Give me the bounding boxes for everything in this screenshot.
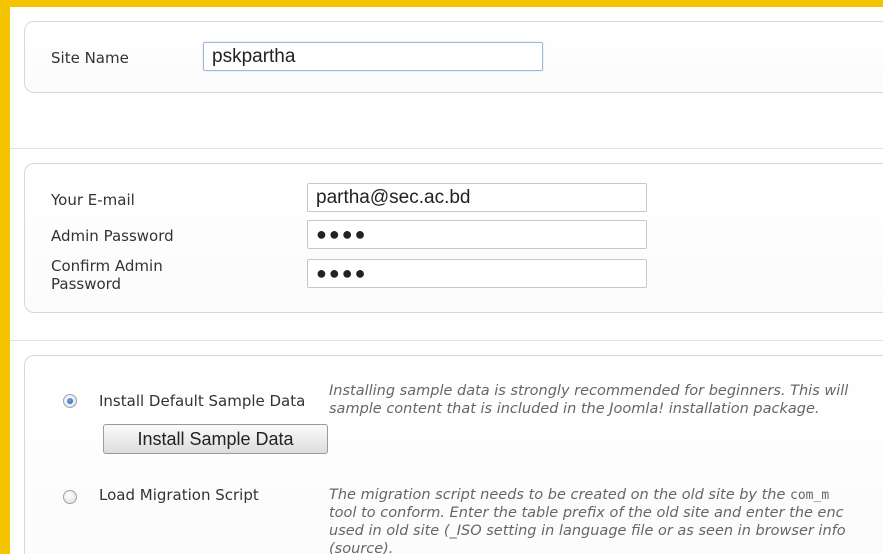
sample-data-panel: Install Default Sample Data Installing s… (24, 355, 883, 554)
migration-desc-line3: used in old site (_ISO setting in langua… (329, 523, 846, 539)
admin-account-panel: Your E-mail partha@sec.ac.bd Admin Passw… (24, 163, 883, 313)
site-name-panel: Site Name pskpartha (24, 21, 883, 93)
site-name-label: Site Name (51, 49, 129, 67)
migration-desc-code: com_m (790, 488, 830, 503)
migration-desc-text: The migration script needs to be created… (329, 487, 791, 503)
install-sample-data-button[interactable]: Install Sample Data (103, 424, 328, 454)
email-label: Your E-mail (51, 191, 135, 209)
section-divider (10, 148, 883, 149)
confirm-password-label-line1: Confirm Admin (51, 257, 163, 275)
install-sample-data-desc-line1: Installing sample data is strongly recom… (329, 383, 849, 399)
confirm-password-label-line2: Password (51, 275, 122, 293)
install-sample-data-radio[interactable] (63, 394, 77, 408)
install-sample-data-desc-line2: sample content that is included in the J… (329, 401, 820, 417)
admin-password-input[interactable]: ●●●● (307, 220, 647, 249)
load-migration-script-label[interactable]: Load Migration Script (99, 486, 259, 504)
section-divider (10, 340, 883, 341)
admin-password-label: Admin Password (51, 227, 174, 245)
installer-content: Site Name pskpartha Your E-mail partha@s… (10, 7, 883, 554)
load-migration-script-radio[interactable] (63, 490, 77, 504)
email-input[interactable]: partha@sec.ac.bd (307, 183, 647, 212)
site-name-input[interactable]: pskpartha (203, 42, 543, 71)
migration-desc-line2: tool to conform. Enter the table prefix … (329, 505, 844, 521)
migration-desc-line4: (source). (329, 541, 394, 554)
install-sample-data-label[interactable]: Install Default Sample Data (99, 392, 305, 410)
migration-desc-line1: The migration script needs to be created… (329, 487, 829, 504)
confirm-password-input[interactable]: ●●●● (307, 259, 647, 288)
